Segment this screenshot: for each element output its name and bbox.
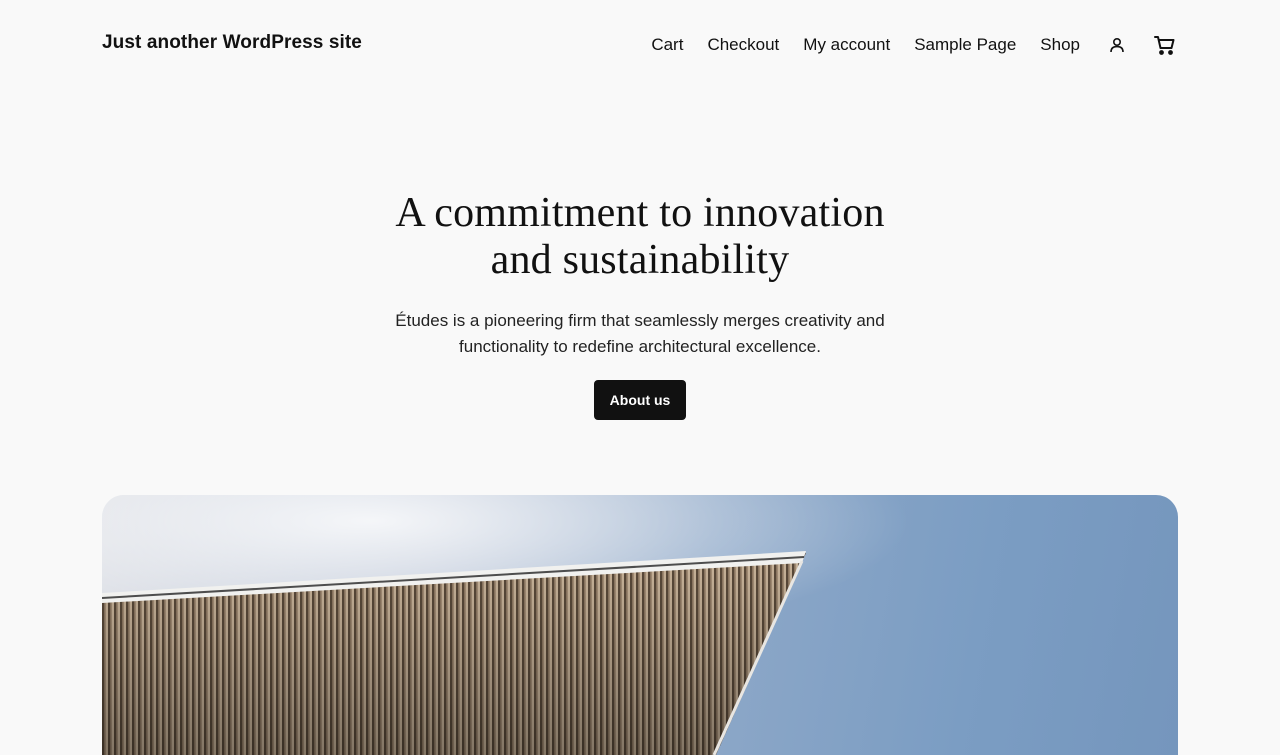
main-navigation: Cart Checkout My account Sample Page Sho…: [651, 30, 1178, 60]
nav-link-my-account[interactable]: My account: [803, 35, 890, 55]
building-canopy-image: [102, 495, 1178, 755]
hero-title: A commitment to innovation and sustainab…: [330, 190, 950, 284]
hero-description: Études is a pioneering firm that seamles…: [395, 311, 885, 356]
hero-section: A commitment to innovation and sustainab…: [0, 190, 1280, 420]
nav-link-sample-page[interactable]: Sample Page: [914, 35, 1016, 55]
nav-link-cart[interactable]: Cart: [651, 35, 683, 55]
nav-link-checkout[interactable]: Checkout: [707, 35, 779, 55]
site-header: Just another WordPress site Cart Checkou…: [0, 0, 1280, 90]
about-us-button[interactable]: About us: [593, 380, 687, 420]
hero-title-line-2: and sustainability: [490, 237, 790, 283]
user-icon[interactable]: [1104, 32, 1130, 58]
hero-title-line-1: A commitment to innovation: [395, 190, 885, 236]
nav-link-shop[interactable]: Shop: [1040, 35, 1080, 55]
site-title[interactable]: Just another WordPress site: [102, 32, 362, 54]
cart-icon[interactable]: [1152, 32, 1178, 58]
